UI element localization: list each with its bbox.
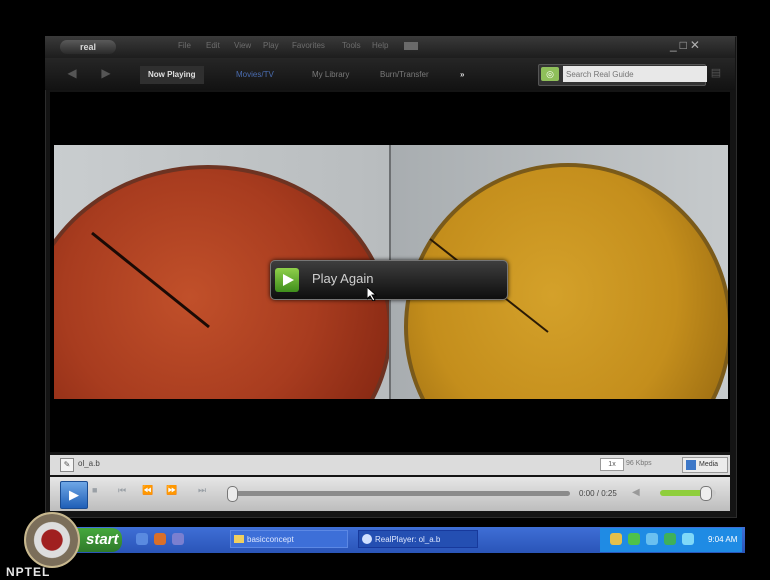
seek-handle[interactable] — [227, 486, 238, 502]
realplayer-logo: real — [60, 40, 116, 54]
forward-icon[interactable]: ▶ — [94, 66, 118, 82]
play-again-label[interactable]: Play Again — [312, 271, 373, 286]
media-button-label: Media — [699, 461, 719, 468]
menu-help[interactable]: Help — [372, 41, 388, 50]
volume-icon[interactable]: ◀ — [632, 487, 640, 498]
quicklaunch-ie-icon[interactable] — [136, 533, 148, 545]
nptel-logo — [24, 512, 80, 568]
tab-burn-transfer[interactable]: Burn/Transfer — [372, 66, 437, 84]
play-again-button[interactable] — [270, 260, 508, 300]
taskbar-realplayer[interactable]: RealPlayer: ol_a.b — [358, 530, 478, 548]
tab-now-playing[interactable]: Now Playing — [140, 66, 204, 84]
menu-favorites[interactable]: Favorites — [292, 41, 325, 50]
time-display: 0:00 / 0:25 — [579, 489, 617, 498]
tab-my-library[interactable]: My Library — [304, 66, 357, 84]
previous-icon[interactable]: ⏮ — [118, 485, 126, 496]
media-button[interactable]: Media — [682, 457, 728, 473]
clip-name: ol_a.b — [78, 459, 100, 468]
menu-file[interactable]: File — [178, 41, 191, 50]
menu-toggle-icon[interactable] — [404, 42, 418, 50]
quicklaunch-media-icon[interactable] — [154, 533, 166, 545]
search-input[interactable] — [563, 66, 707, 82]
search-icon[interactable]: ◎ — [541, 67, 559, 81]
stop-icon[interactable]: ■ — [92, 485, 97, 495]
quicklaunch-desktop-icon[interactable] — [172, 533, 184, 545]
menu-play[interactable]: Play — [263, 41, 279, 50]
mouse-cursor-icon — [367, 287, 377, 301]
folder-icon — [234, 535, 244, 543]
rewind-icon[interactable]: ⏪ — [142, 485, 153, 496]
toolbox-icon[interactable]: ▤ — [708, 66, 724, 82]
next-icon[interactable]: ⏭ — [198, 485, 206, 496]
tray-update-icon[interactable] — [664, 533, 676, 545]
play-button[interactable]: ▶ — [60, 481, 88, 509]
zoom-box[interactable]: 1x — [600, 458, 624, 471]
realplayer-task-icon — [362, 534, 372, 544]
tray-bluetooth-icon[interactable] — [682, 533, 694, 545]
back-icon[interactable]: ◀ — [60, 66, 84, 82]
menu-tools[interactable]: Tools — [342, 41, 361, 50]
play-icon[interactable] — [275, 268, 299, 292]
clip-info-icon[interactable]: ✎ — [60, 458, 74, 472]
tabs-more[interactable]: » — [452, 66, 472, 84]
taskbar-folder[interactable]: basicconcept — [230, 530, 348, 548]
volume-level — [660, 490, 705, 496]
fast-forward-icon[interactable]: ⏩ — [166, 485, 177, 496]
tray-volume-icon[interactable] — [646, 533, 658, 545]
nptel-label: NPTEL — [6, 565, 51, 579]
seek-bar[interactable] — [232, 491, 570, 496]
tray-security-icon[interactable] — [628, 533, 640, 545]
menu-view[interactable]: View — [234, 41, 251, 50]
menu-edit[interactable]: Edit — [206, 41, 220, 50]
tab-movies-tv[interactable]: Movies/TV — [228, 66, 282, 84]
media-icon — [686, 460, 696, 470]
window-controls[interactable]: _□✕ — [670, 38, 703, 52]
bitrate-label: 96 Kbps — [626, 460, 652, 467]
taskbar-clock: 9:04 AM — [708, 535, 738, 544]
volume-handle[interactable] — [699, 486, 712, 501]
tray-network-icon[interactable] — [610, 533, 622, 545]
title-bar[interactable] — [45, 36, 735, 58]
